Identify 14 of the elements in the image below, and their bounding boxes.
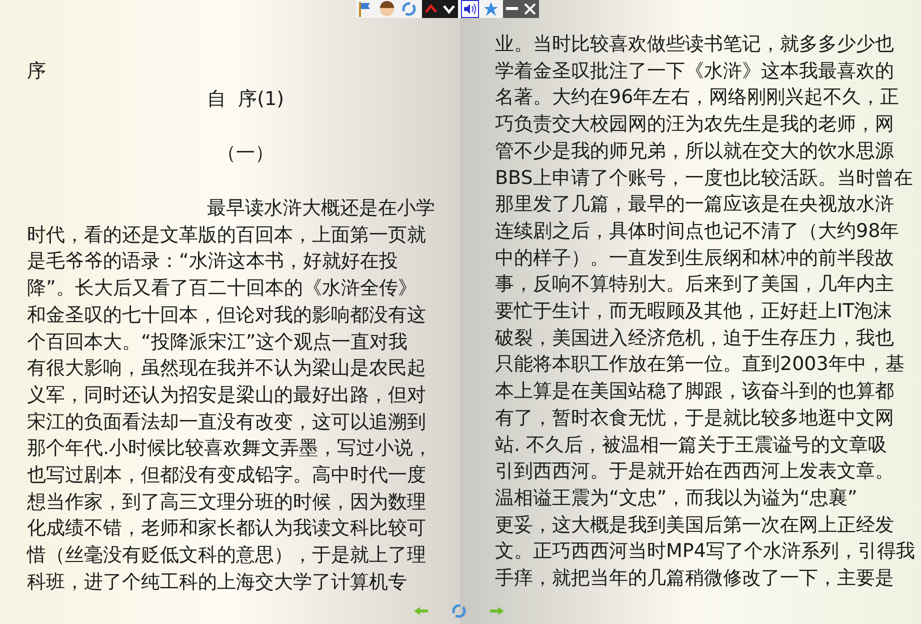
paragraph-text: 最早读水浒大概还是在小学 时代，看的还是文革版的百回本，上面第一页就 是毛爷爷的语录：“水浒这本书，好就好在投 降”。长大后又看了百二十回本的《水浒全传》 和金圣叹的七十回本，但论对我的影响都没有这 个百回本大。“投降派宋江”这个观点一直对我 有很大影响，虽然现在我并不认为梁山是农民起 义军，同时还认为招安是梁山的最好出路，但对 宋江的负面看法却一直没有改变，这可以追溯到 那个年代.小时候比较喜欢舞文弄墨，写过小说， 也写过剧本，但都没有变成铅字。高中时代一度 想当作家，到了高三文理分班的时候，因为数理 化成绩不错，老师和家长都认为我读文科比较可 惜（丝毫没有贬低文科的意思），于是就上了理 科班，进了个纯工科的上海交大学了计算机专 <box>27 196 436 595</box>
minimize-icon[interactable] <box>503 0 521 18</box>
caret-up-icon[interactable] <box>422 0 440 18</box>
section-number: （一） <box>217 141 274 166</box>
chapter-heading: 序 <box>27 59 46 84</box>
refresh-icon[interactable] <box>450 602 468 620</box>
close-icon[interactable] <box>521 0 539 18</box>
speaker-icon[interactable] <box>461 0 479 18</box>
caret-down-icon[interactable] <box>440 0 458 18</box>
chapter-title: 自 序(1) <box>207 87 284 112</box>
star-icon[interactable] <box>482 0 500 18</box>
avatar-icon[interactable] <box>378 0 396 18</box>
paragraph-text: 业。当时比较喜欢做些读书笔记，就多多少少也 学着金圣叹批注了一下《水浒》这本我最喜欢的 名著。大约在96年左右，网络刚刚兴起不久，正 巧负责交大校园网的汪为农先生是我的老师，网 管不少是我的师兄弟，所以就在交大的饮水思源 BBS上申请了个账号，一度也比较活跃。当时曾在 那里发了几篇，最早的一篇应该是在央视放水浒 连续剧之后，具体时间点也记不清了（大约98年 中的样子）。一直发到生辰纲和林冲的前半段故 事，反响不算特别大。后来到了美国，几年内主 要忙于生计，而无暇顾及其他，正好赶上IT泡沫 破裂，美国进入经济危机，迫于生存压力，我也 只能将本职工作放在第一位。直到2003年中，基 本上算是在美国站稳了脚跟，该奋斗到的也算都 有了，暂时衣食无忧，于是就比较多地逛中文网 站. 不久后，被温相一篇关于王震谥号的文章吸 引到西西河。于是就开始在西西河上发表文章。 温相谥王震为“文忠”，而我以为谥为“忠襄” 更妥，这大概是我到美国后第一次在网上正经发 文。正巧西西河当时MP4写了个水浒系列，引得我 手痒，就把当年的几篇稍微修改了一下，主要是 <box>495 32 916 592</box>
refresh-icon[interactable] <box>400 0 418 18</box>
